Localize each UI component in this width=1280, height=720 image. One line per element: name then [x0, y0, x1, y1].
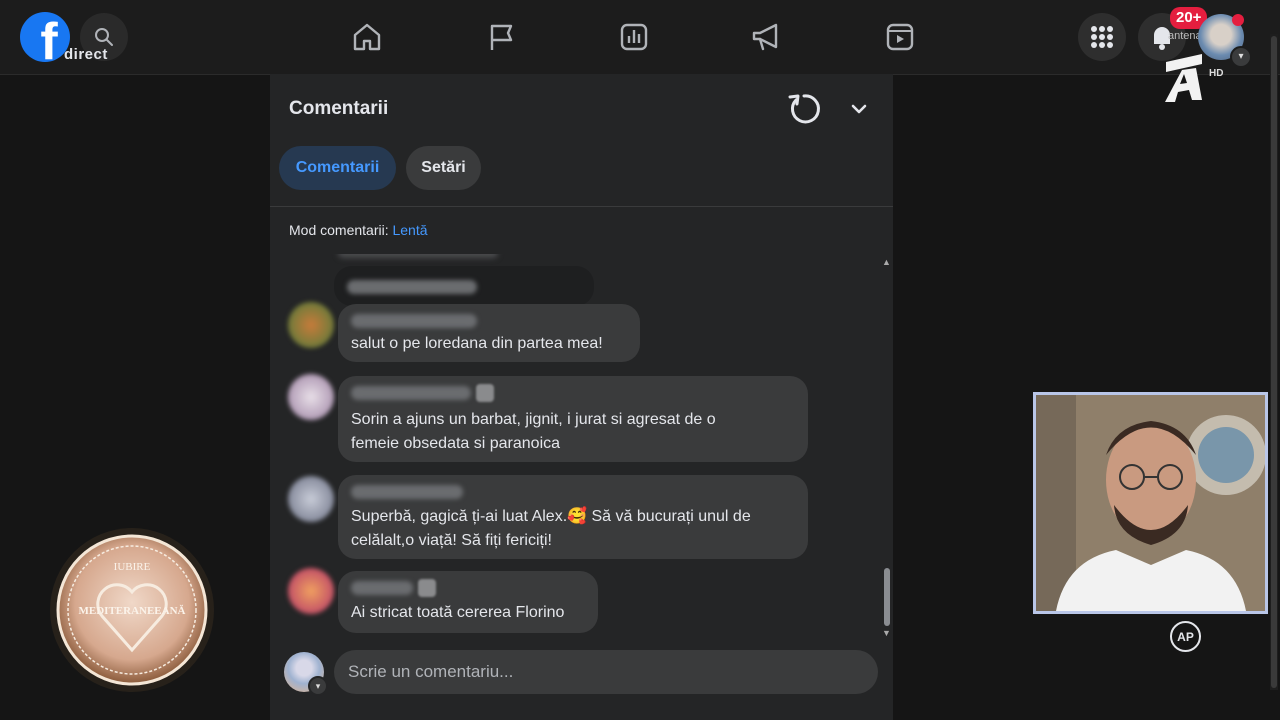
comment-bubble: Sorin a ajuns un barbat, jignit, i jurat…: [338, 376, 808, 462]
insights-icon[interactable]: [617, 20, 651, 54]
show-logo-top-text: IUBIRE: [114, 561, 151, 573]
commenter-name[interactable]: [351, 581, 413, 595]
brand-label: direct: [64, 46, 108, 63]
comment-text-line: celălalt,o viață! Să fiți fericiți!: [351, 532, 552, 549]
top-navigation-bar: f direct 20+ antena ▾: [0, 0, 1280, 75]
comment-input[interactable]: [334, 650, 878, 694]
home-icon[interactable]: [350, 20, 384, 54]
commenter-avatar[interactable]: [288, 374, 334, 420]
show-logo-main-text: MEDITERANEEANĂ: [79, 605, 186, 617]
page-scrollbar[interactable]: [1270, 34, 1278, 690]
show-logo: IUBIRE MEDITERANEEANĂ: [50, 528, 214, 692]
comment-text-line: femeie obsedata si paranoica: [351, 435, 561, 452]
video-frame: [1036, 395, 1265, 611]
grid-icon: [1091, 26, 1113, 48]
list-item-partial-bubble: [334, 266, 594, 306]
comments-list[interactable]: salut o pe loredana din partea mea! Sori…: [270, 254, 893, 644]
comments-panel: Comentarii Comentarii Setări Mod comenta…: [270, 74, 893, 720]
scroll-up-arrow-icon[interactable]: ▲: [882, 257, 891, 267]
megaphone-icon[interactable]: [750, 20, 784, 54]
comment-bubble: salut o pe loredana din partea mea!: [338, 304, 640, 362]
menu-button[interactable]: [1078, 13, 1126, 61]
page-scrollbar-thumb[interactable]: [1271, 36, 1277, 688]
account-chevron-icon[interactable]: ▾: [1230, 46, 1252, 68]
commenter-avatar[interactable]: [288, 568, 334, 614]
refresh-icon[interactable]: [786, 91, 822, 127]
channel-logo: [1165, 54, 1202, 102]
panel-title: Comentarii: [289, 98, 389, 119]
comment-text-line: Sorin a ajuns un barbat, jignit, i jurat…: [351, 411, 716, 428]
scroll-down-arrow-icon[interactable]: ▼: [882, 628, 891, 638]
commenter-avatar[interactable]: [288, 302, 334, 348]
list-item-partial: [338, 254, 498, 258]
composer-chevron-icon[interactable]: ▾: [308, 676, 328, 696]
commenter-name[interactable]: [351, 485, 463, 499]
comment-text-line: Superbă, gagică ți-ai luat Alex.🥰 Să vă …: [351, 508, 751, 525]
commenter-name[interactable]: [351, 386, 471, 400]
comment-mode-value[interactable]: Lentă: [392, 222, 427, 238]
flag-icon[interactable]: [484, 20, 518, 54]
comment-bubble: Superbă, gagică ți-ai luat Alex.🥰 Să vă …: [338, 475, 808, 559]
reels-icon[interactable]: [883, 20, 917, 54]
status-dot: [1232, 14, 1244, 26]
comment-bubble: Ai stricat toată cererea Florino: [338, 571, 598, 633]
channel-tag: antena: [1168, 30, 1202, 42]
chevron-down-icon[interactable]: [846, 96, 872, 122]
comment-text: salut o pe loredana din partea mea!: [351, 335, 603, 352]
facebook-logo[interactable]: f: [20, 12, 70, 62]
ap-badge: AP: [1170, 621, 1201, 652]
hd-label: HD: [1209, 68, 1224, 79]
tab-settings[interactable]: Setări: [406, 146, 481, 190]
commenter-name: [347, 280, 477, 294]
picture-in-picture-video[interactable]: [1033, 392, 1268, 614]
scrollbar-thumb[interactable]: [884, 568, 890, 626]
divider: [270, 206, 893, 207]
tab-comments[interactable]: Comentarii: [279, 146, 396, 190]
comment-mode-label: Mod comentarii:: [289, 222, 389, 238]
comment-text: Ai stricat toată cererea Florino: [351, 604, 565, 621]
commenter-avatar[interactable]: [288, 476, 334, 522]
search-icon: [95, 28, 113, 46]
fan-badge-icon: [418, 579, 436, 597]
commenter-name[interactable]: [351, 314, 477, 328]
fan-badge-icon: [476, 384, 494, 402]
comment-mode-row: Mod comentarii: Lentă: [289, 222, 428, 238]
